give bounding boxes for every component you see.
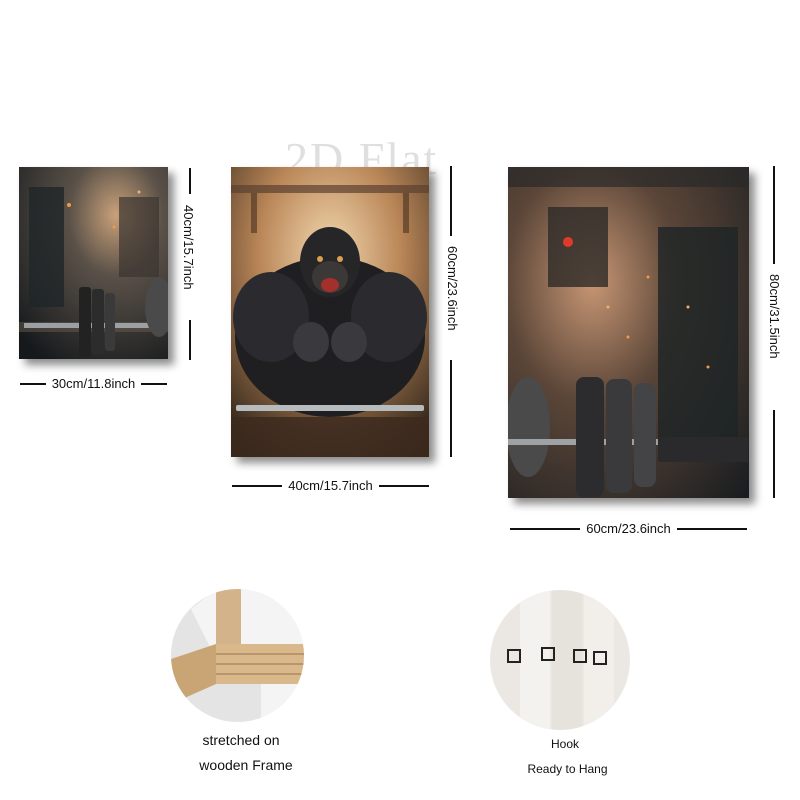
frame-caption-line2: wooden Frame — [199, 757, 293, 773]
canvas-large-height-line-bottom — [773, 410, 775, 498]
hook-caption-line1: Hook — [550, 737, 579, 751]
canvas-large-height-label: 80cm/31.5inch — [767, 274, 782, 359]
dim-line — [510, 527, 581, 530]
canvas-medium-height-line-top — [450, 166, 452, 236]
canvas-small-height-line-bottom — [189, 320, 191, 360]
canvas-medium-width-label: 40cm/15.7inch — [288, 478, 373, 493]
canvas-small — [19, 167, 168, 359]
dim-line — [232, 484, 283, 487]
canvas-medium — [231, 167, 429, 457]
canvas-small-width-label: 30cm/11.8inch — [51, 376, 136, 391]
canvas-large-height-line-top — [773, 166, 775, 264]
dim-line — [20, 382, 46, 385]
wooden-frame-photo-icon — [171, 589, 304, 722]
canvas-large-width-dimension: 60cm/23.6inch — [510, 521, 747, 536]
canvas-medium-artwork — [231, 167, 429, 457]
canvas-small-width-dimension: 30cm/11.8inch — [20, 376, 167, 391]
canvas-large — [508, 167, 749, 498]
canvas-medium-width-dimension: 40cm/15.7inch — [232, 478, 429, 493]
canvas-medium-height-line-bottom — [450, 360, 452, 457]
dim-line — [676, 527, 747, 530]
canvas-small-artwork — [19, 167, 168, 359]
hook-caption-line2: Ready to Hang — [527, 762, 608, 776]
dim-line — [141, 382, 167, 385]
canvas-small-height-label: 40cm/15.7inch — [181, 205, 196, 290]
canvas-small-height-line-top — [189, 168, 191, 194]
canvas-large-artwork — [508, 167, 749, 498]
frame-caption-line1: stretched on — [202, 732, 280, 748]
canvas-medium-height-label: 60cm/23.6inch — [445, 246, 460, 331]
canvas-large-width-label: 60cm/23.6inch — [586, 521, 671, 536]
dim-line — [378, 484, 429, 487]
hook-photo-icon — [490, 590, 630, 730]
